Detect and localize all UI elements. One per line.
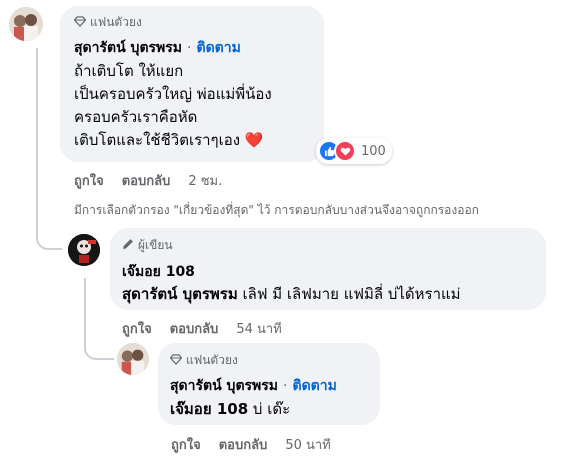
badge-label: แฟนตัวยง bbox=[186, 353, 238, 367]
comment-text: เจ๊มอย 108 บ่ เด๊ะ bbox=[170, 400, 291, 418]
diamond-icon bbox=[169, 353, 183, 368]
like-button[interactable]: ถูกใจ bbox=[171, 434, 201, 455]
like-button[interactable]: ถูกใจ bbox=[74, 170, 104, 191]
filter-note: มีการเลือกตัวกรอง "เกี่ยวข้องที่สุด" ไว้… bbox=[74, 203, 479, 217]
thread-line-main bbox=[36, 48, 62, 250]
diamond-icon bbox=[73, 15, 87, 30]
heart-icon bbox=[334, 140, 356, 162]
badge-label: ผู้เขียน bbox=[138, 238, 173, 252]
reply-button[interactable]: ตอบกลับ bbox=[122, 170, 171, 191]
pencil-icon bbox=[122, 238, 134, 253]
avatar[interactable] bbox=[9, 7, 43, 41]
comment-author[interactable]: สุดารัตน์ บุตรพรม bbox=[170, 378, 278, 394]
follow-button[interactable]: ติดตาม bbox=[292, 378, 336, 394]
comment-author[interactable]: เจ๊มอย 108 bbox=[122, 261, 195, 283]
badge-label: แฟนตัวยง bbox=[90, 15, 142, 29]
timestamp[interactable]: 50 นาที bbox=[285, 434, 330, 455]
reaction-summary[interactable]: 100 bbox=[316, 138, 392, 164]
reply-button[interactable]: ตอบกลับ bbox=[219, 434, 268, 455]
heart-emoji: ❤️ bbox=[244, 131, 264, 149]
avatar[interactable] bbox=[68, 234, 100, 266]
fan-badge: แฟนตัวยง bbox=[73, 13, 142, 32]
comment-bubble: แฟนตัวยง สุดารัตน์ บุตรพรม · ติดตาม เจ๊มอย… bbox=[158, 343, 380, 425]
comment-bubble: แฟนตัวยง สุดารัตน์ บุตรพรม · ติดตาม ถ้าเติ… bbox=[60, 6, 324, 162]
comment-text: ถ้าเติบโต ให้แยก เป็นครอบครัวใหญ่ พ่อแม่… bbox=[74, 62, 272, 149]
timestamp[interactable]: 54 นาที bbox=[236, 318, 281, 339]
comment-text: สุดารัตน์ บุตรพรม เลิฟ มี เลิฟมาย แฟมิลี… bbox=[122, 285, 461, 303]
mention-link[interactable]: เจ๊มอย 108 bbox=[170, 400, 248, 418]
comment-bubble: ผู้เขียน เจ๊มอย 108 สุดารัตน์ บุตรพรม เล… bbox=[110, 228, 546, 310]
comment-author[interactable]: สุดารัตน์ บุตรพรม bbox=[74, 40, 182, 56]
author-badge: ผู้เขียน bbox=[122, 236, 173, 255]
fan-badge: แฟนตัวยง bbox=[169, 351, 238, 370]
reply-button[interactable]: ตอบกลับ bbox=[170, 318, 219, 339]
reaction-count: 100 bbox=[361, 143, 386, 159]
mention-link[interactable]: สุดารัตน์ บุตรพรม bbox=[122, 285, 238, 303]
timestamp[interactable]: 2 ชม. bbox=[188, 170, 222, 191]
like-button[interactable]: ถูกใจ bbox=[122, 318, 152, 339]
avatar[interactable] bbox=[117, 343, 149, 375]
follow-button[interactable]: ติดตาม bbox=[196, 40, 240, 56]
